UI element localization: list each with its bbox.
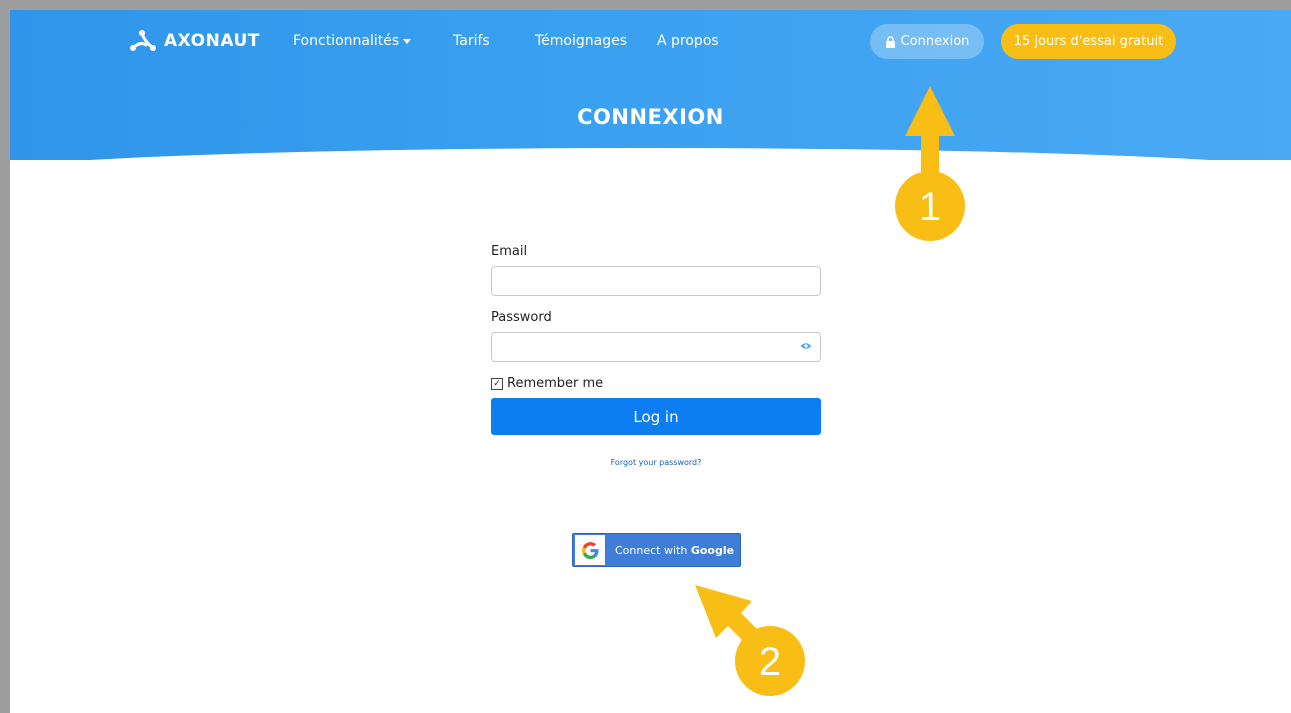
annotation-1: 1 — [895, 86, 965, 241]
connect-with-google-prefix: Connect with — [615, 543, 691, 557]
window-frame-left — [0, 0, 10, 713]
window-frame-top — [0, 0, 1291, 10]
google-brand-text: Google — [690, 543, 735, 557]
connexion-button[interactable]: Connexion — [870, 24, 984, 59]
annotation-2: 2 — [695, 585, 805, 696]
login-button-label: Log in — [633, 407, 679, 426]
remember-me-row[interactable]: ✓ Remember me — [491, 376, 821, 391]
axonaut-logo-icon — [130, 30, 156, 51]
login-button[interactable]: Log in — [491, 398, 821, 435]
free-trial-button[interactable]: 15 jours d'essai gratuit — [1001, 24, 1176, 59]
nav-fonctionnalites-label: Fonctionnalités — [293, 33, 400, 49]
password-field[interactable] — [491, 332, 821, 362]
free-trial-button-label: 15 jours d'essai gratuit — [1013, 34, 1164, 49]
lock-icon — [885, 35, 895, 48]
brand-name: AXONAUT — [164, 31, 260, 51]
eye-icon[interactable] — [800, 342, 812, 350]
nav-tarifs[interactable]: Tarifs — [453, 33, 490, 49]
password-label: Password — [491, 310, 552, 325]
connexion-button-label: Connexion — [900, 34, 970, 49]
nav-temoignages[interactable]: Témoignages — [535, 33, 627, 49]
nav-a-propos[interactable]: A propos — [657, 33, 719, 49]
google-g-icon — [575, 535, 605, 565]
annotation-number-1: 1 — [919, 185, 941, 229]
brand-logo[interactable]: AXONAUT — [128, 29, 260, 53]
nav-temoignages-label: Témoignages — [535, 33, 628, 49]
nav-tarifs-label: Tarifs — [453, 33, 490, 49]
top-navbar: AXONAUT Fonctionnalités Tarifs Témoignag… — [10, 10, 1291, 80]
page-title: CONNEXION — [577, 105, 724, 129]
remember-me-checkbox[interactable]: ✓ — [491, 377, 503, 390]
connect-with-google-label: Connect with Google — [615, 544, 734, 557]
forgot-password-link[interactable]: Forgot your password? — [491, 458, 821, 467]
hero-curve — [10, 148, 1291, 160]
hero-header: AXONAUT Fonctionnalités Tarifs Témoignag… — [10, 10, 1291, 160]
connect-with-google-button[interactable]: Connect with Google — [572, 533, 741, 567]
login-form: Email Password ✓ Remember me Log in Forg… — [491, 244, 821, 467]
nav-a-propos-label: A propos — [657, 33, 719, 49]
annotation-number-2: 2 — [759, 640, 781, 684]
nav-fonctionnalites[interactable]: Fonctionnalités — [293, 33, 412, 49]
caret-down-icon — [403, 38, 412, 44]
remember-me-label: Remember me — [507, 376, 604, 391]
email-field[interactable] — [491, 266, 821, 296]
email-label: Email — [491, 244, 528, 259]
